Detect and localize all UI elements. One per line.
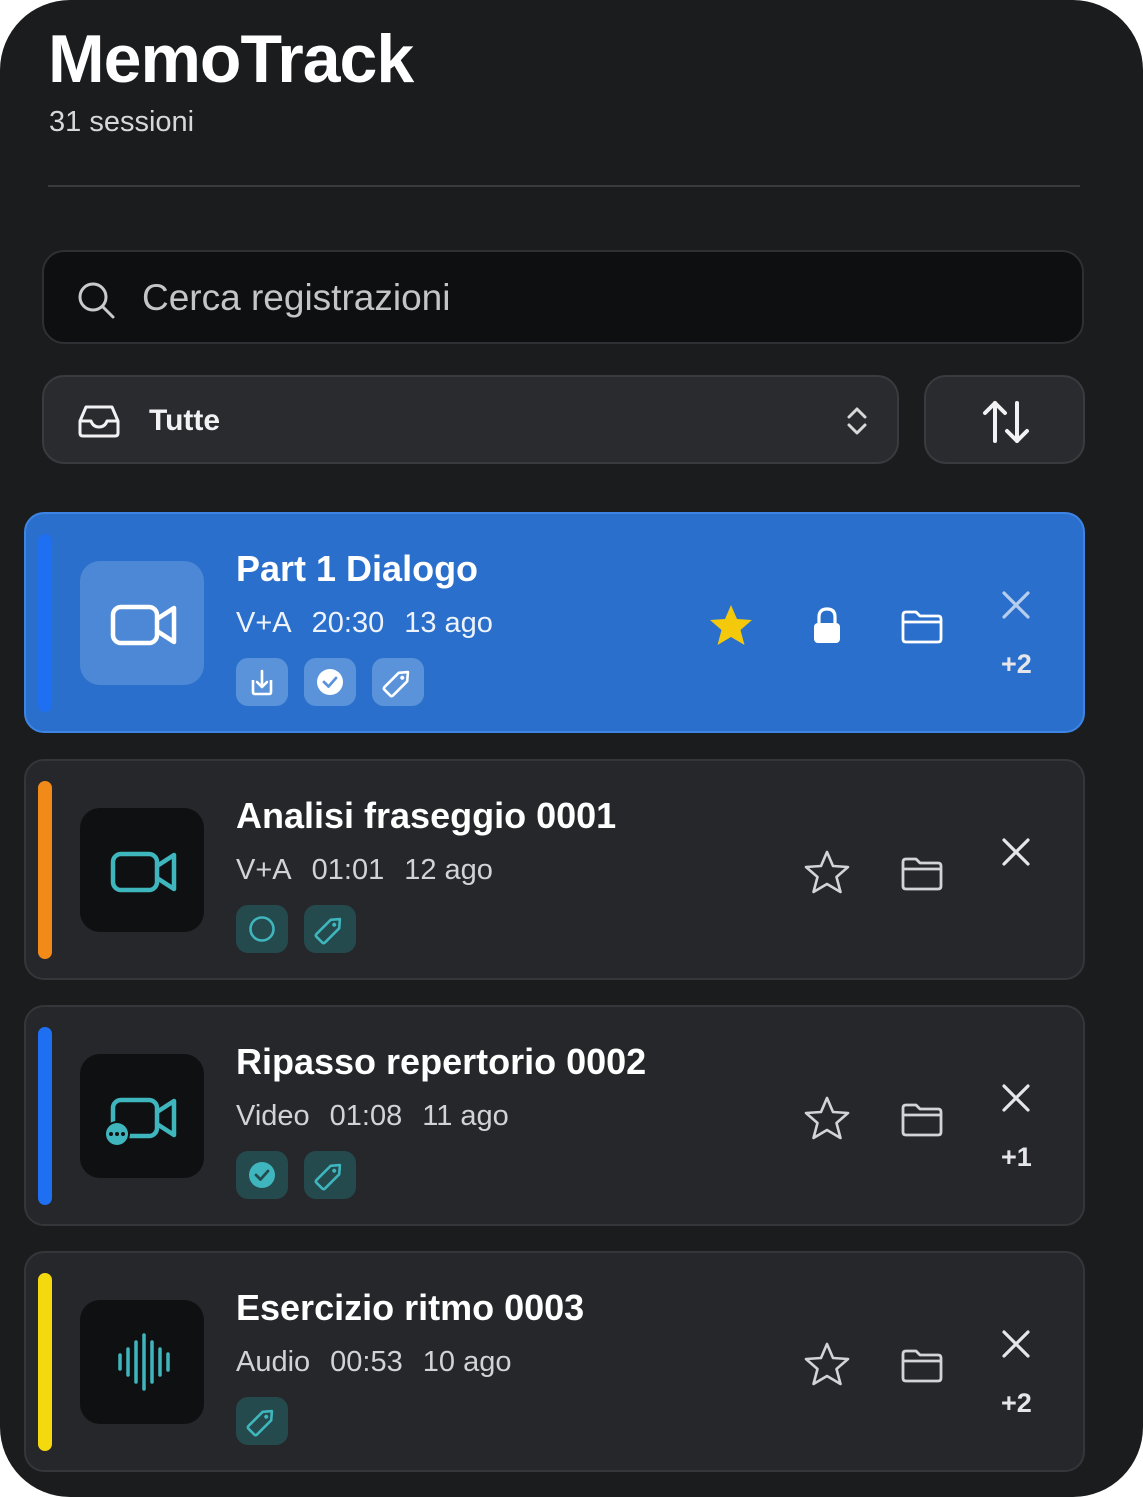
tag-chip[interactable] [304, 1151, 356, 1199]
sort-arrows-icon [983, 401, 1029, 443]
tag-chip[interactable] [236, 1397, 288, 1445]
recording-duration: 00:53 [330, 1346, 403, 1378]
close-icon [998, 1330, 1034, 1366]
recording-tags [236, 1151, 356, 1201]
tag-chip[interactable] [236, 1151, 288, 1199]
folder-icon [897, 1103, 947, 1148]
close-icon [998, 591, 1034, 627]
color-indicator-bar [38, 1273, 52, 1451]
delete-button[interactable] [998, 1080, 1034, 1116]
recording-title: Esercizio ritmo 0003 [236, 1287, 585, 1328]
recording-title: Ripasso repertorio 0002 [236, 1041, 647, 1082]
color-indicator-bar [38, 534, 52, 712]
favorite-button[interactable] [802, 1340, 852, 1390]
recording-meta: Video 01:08 11 ago [236, 1100, 529, 1133]
recording-duration: 01:01 [311, 854, 385, 886]
favorite-button[interactable] [802, 848, 852, 898]
recording-meta: Audio 00:53 10 ago [236, 1346, 531, 1379]
star-outline-icon [802, 1342, 852, 1394]
recording-thumbnail [80, 808, 204, 932]
close-icon [998, 1084, 1034, 1120]
header-divider [48, 185, 1080, 187]
tag-chip[interactable] [236, 905, 288, 953]
favorite-button[interactable] [706, 601, 756, 651]
inbox-icon [78, 405, 120, 438]
close-icon [998, 838, 1034, 874]
color-indicator-bar [38, 1027, 52, 1205]
search-icon [78, 282, 115, 319]
recording-tags [236, 1397, 288, 1447]
extra-count-badge: +2 [1001, 649, 1032, 679]
tag-chip[interactable] [236, 658, 288, 706]
recording-title: Part 1 Dialogo [236, 548, 479, 589]
recording-tags [236, 905, 356, 955]
recording-thumbnail [80, 1054, 204, 1178]
extra-count-badge: +2 [1001, 1388, 1032, 1418]
star-outline-icon [802, 1096, 852, 1148]
folder-button[interactable] [897, 848, 947, 898]
recording-thumbnail [80, 561, 204, 685]
app-window: MemoTrack 31 sessioni Tutte [0, 0, 1143, 1497]
recording-type: V+A [236, 607, 292, 639]
recording-card[interactable]: Ripasso repertorio 0002 Video 01:08 11 ago… [24, 1005, 1085, 1226]
favorite-button[interactable] [802, 1094, 852, 1144]
recording-tags [236, 658, 424, 708]
app-title: MemoTrack [48, 21, 414, 97]
session-count: 31 sessioni [49, 106, 195, 138]
search-input[interactable] [140, 264, 1044, 332]
search-box[interactable] [42, 250, 1084, 344]
folder-icon [897, 857, 947, 902]
recording-thumbnail [80, 1300, 204, 1424]
star-outline-icon [802, 850, 852, 902]
folder-button[interactable] [897, 1094, 947, 1144]
delete-button[interactable] [998, 587, 1034, 623]
extra-count-badge: +1 [1001, 1142, 1032, 1172]
recording-duration: 01:08 [329, 1100, 403, 1132]
filter-selected-label: Tutte [149, 404, 221, 437]
sort-button[interactable] [924, 375, 1085, 464]
folder-icon [897, 610, 947, 655]
recording-card[interactable]: Esercizio ritmo 0003 Audio 00:53 10 ago +2 [24, 1251, 1085, 1472]
recording-type: V+A [236, 854, 292, 886]
lock-button[interactable] [802, 601, 852, 651]
recording-card[interactable]: Part 1 Dialogo V+A 20:30 13 ago +2 [24, 512, 1085, 733]
recording-type: Audio [236, 1346, 311, 1378]
folder-button[interactable] [897, 601, 947, 651]
recording-date: 10 ago [422, 1346, 512, 1378]
recording-duration: 20:30 [311, 607, 385, 639]
color-indicator-bar [38, 781, 52, 959]
lock-icon [802, 607, 852, 655]
folder-button[interactable] [897, 1340, 947, 1390]
recording-date: 13 ago [404, 607, 493, 639]
recording-meta: V+A 20:30 13 ago [236, 607, 513, 640]
recording-type: Video [236, 1100, 310, 1132]
recording-date: 12 ago [404, 854, 493, 886]
recording-card[interactable]: Analisi fraseggio 0001 V+A 01:01 12 ago [24, 759, 1085, 980]
delete-button[interactable] [998, 834, 1034, 870]
recording-title: Analisi fraseggio 0001 [236, 795, 617, 836]
recording-date: 11 ago [422, 1100, 509, 1132]
chevron-updown-icon [847, 407, 867, 435]
star-filled-icon [706, 605, 756, 655]
recording-meta: V+A 01:01 12 ago [236, 854, 513, 887]
tag-chip[interactable] [372, 658, 424, 706]
tag-chip[interactable] [304, 658, 356, 706]
folder-icon [897, 1349, 947, 1394]
delete-button[interactable] [998, 1326, 1034, 1362]
filter-select[interactable]: Tutte [42, 375, 899, 464]
tag-chip[interactable] [304, 905, 356, 953]
